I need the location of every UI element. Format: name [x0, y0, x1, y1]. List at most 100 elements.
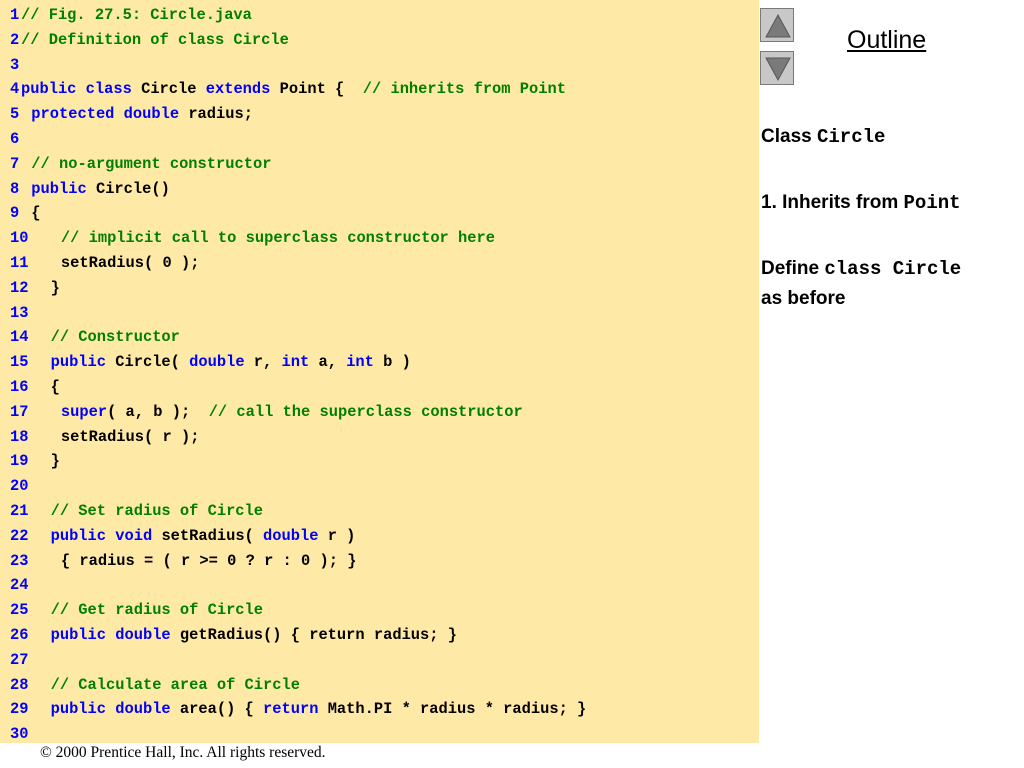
line-number: 7 — [10, 154, 20, 173]
line-number: 6 — [10, 130, 20, 148]
line-number: 5 — [10, 105, 20, 124]
line-number: 16 — [10, 378, 29, 396]
code-token: ( a, b ); — [107, 402, 209, 421]
line-number: 28 — [10, 675, 29, 694]
code-keyword: public double — [50, 626, 180, 644]
sidebar-item-inherits-code: Point — [903, 192, 961, 214]
code-text: setRadius( r ); — [61, 425, 200, 449]
code-text: public class Circle extends Point { // i… — [21, 77, 566, 101]
code-keyword: public void — [50, 526, 162, 545]
code-keyword: public — [31, 179, 96, 198]
code-token: Circle( — [115, 353, 190, 372]
code-text: super( a, b ); // call the superclass co… — [61, 400, 523, 424]
line-number: 29 — [10, 700, 29, 719]
code-keyword: super — [60, 402, 108, 421]
code-text: // Get radius of Circle — [51, 598, 263, 622]
previous-slide-button[interactable] — [760, 8, 794, 42]
code-text: public double area() { return Math.PI * … — [51, 697, 587, 721]
code-text: // Calculate area of Circle — [51, 673, 300, 697]
code-token: { radius = ( r >= 0 ? r : 0 ); } — [60, 551, 357, 570]
sidebar-item-define-tail: as before — [761, 288, 846, 309]
code-keyword: double — [263, 526, 328, 545]
code-listing-panel: 1// Fig. 27.5: Circle.java 2// Definition… — [0, 0, 759, 743]
code-token: Point { — [279, 80, 363, 99]
code-comment: // Constructor — [50, 328, 180, 347]
code-text: } — [51, 276, 60, 300]
code-text: // implicit call to superclass construct… — [61, 226, 495, 250]
triangle-up-icon — [765, 13, 791, 38]
code-text: public Circle() — [31, 177, 170, 201]
line-number: 22 — [10, 526, 29, 545]
line-number: 21 — [10, 502, 29, 520]
line-number: 12 — [10, 278, 29, 297]
code-keyword: return — [263, 700, 328, 719]
line-number: 14 — [10, 328, 29, 347]
code-comment: // no-argument constructor — [31, 154, 272, 173]
code-text: public Circle( double r, int a, int b ) — [51, 350, 411, 374]
code-token: setRadius( r ); — [60, 427, 200, 446]
next-slide-button[interactable] — [760, 51, 794, 85]
sidebar-heading-code: Circle — [816, 126, 886, 148]
line-number: 1 — [10, 6, 20, 24]
code-token: getRadius() { return radius; } — [179, 626, 457, 644]
code-token: r ) — [327, 526, 356, 545]
code-token: { — [31, 204, 41, 223]
code-text: protected double radius; — [31, 102, 253, 126]
code-comment: // implicit call to superclass construct… — [60, 229, 495, 248]
code-text: // Constructor — [51, 325, 180, 349]
code-comment: // inherits from Point — [362, 80, 566, 99]
code-comment: // Calculate area of Circle — [50, 675, 300, 694]
code-text: public void setRadius( double r ) — [51, 524, 356, 548]
sidebar-heading-text: Class — [761, 126, 817, 147]
code-token: b ) — [383, 353, 411, 372]
line-number: 17 — [10, 402, 29, 421]
code-token: } — [50, 278, 60, 297]
code-keyword: int — [281, 353, 319, 372]
code-token: radius; — [188, 105, 253, 124]
line-number: 13 — [10, 303, 29, 322]
code-token: area() { — [179, 700, 264, 719]
code-keyword: public class — [21, 80, 142, 99]
code-comment: // call the superclass constructor — [208, 402, 523, 421]
code-comment: // Fig. 27.5: Circle.java — [21, 6, 252, 24]
line-number: 24 — [10, 576, 29, 595]
line-number: 20 — [10, 477, 29, 496]
sidebar-item-define: Define class Circle as before — [761, 254, 961, 313]
code-text: // no-argument constructor — [31, 152, 271, 176]
line-number: 19 — [10, 452, 29, 471]
line-number: 18 — [10, 427, 29, 446]
line-number: 23 — [10, 551, 29, 570]
code-text: // Set radius of Circle — [51, 499, 263, 523]
code-keyword: public double — [50, 700, 180, 719]
code-token: r, — [253, 353, 282, 372]
sidebar-item-define-code: class Circle — [824, 258, 962, 280]
code-token: Circle() — [95, 179, 170, 198]
code-comment: // Set radius of Circle — [50, 502, 264, 520]
line-number: 3 — [10, 55, 20, 74]
code-token: Circle — [141, 80, 206, 99]
code-comment: // Definition of class Circle — [21, 30, 289, 49]
code-keyword: int — [346, 353, 384, 372]
line-number: 25 — [10, 601, 29, 620]
code-keyword: public — [50, 353, 116, 372]
copyright-footer: © 2000 Prentice Hall, Inc. All rights re… — [40, 744, 326, 761]
outline-link[interactable]: Outline — [847, 26, 926, 55]
sidebar-item-inherits-text: 1. Inherits from — [761, 192, 904, 213]
line-number: 11 — [10, 254, 29, 272]
line-number: 10 — [10, 229, 29, 248]
code-comment: // Get radius of Circle — [50, 601, 264, 620]
code-keyword: double — [189, 353, 254, 372]
code-text: // Fig. 27.5: Circle.java — [21, 3, 252, 27]
sidebar-item-define-text: Define — [761, 258, 825, 279]
code-token: Math.PI * radius * radius; } — [327, 700, 587, 719]
code-text: { — [51, 375, 60, 399]
code-text: } — [51, 449, 60, 473]
code-token: setRadius( 0 ); — [60, 254, 200, 272]
code-token: { — [50, 378, 60, 396]
line-number: 9 — [10, 204, 20, 223]
triangle-down-icon — [765, 57, 791, 82]
line-number: 15 — [10, 353, 29, 372]
code-text: { radius = ( r >= 0 ? r : 0 ); } — [61, 549, 357, 573]
line-number: 4 — [10, 80, 20, 99]
sidebar-heading: Class Circle — [761, 122, 885, 152]
